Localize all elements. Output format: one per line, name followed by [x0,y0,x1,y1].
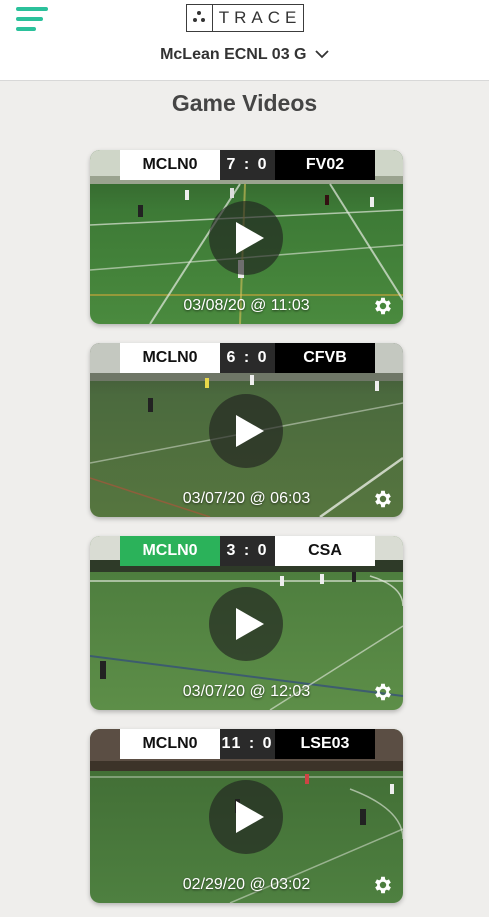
trace-logo: TRACE [186,4,304,32]
score: 3 : 0 [220,536,275,566]
hamburger-menu-icon[interactable] [16,6,48,32]
video-card[interactable]: MCLN0 6 : 0 CFVB 03/07/20 @ 06:03 [90,343,403,517]
scoreboard: MCLN0 3 : 0 CSA [120,536,375,566]
team-name: McLean ECNL 03 G [160,46,307,63]
home-team: MCLN0 [120,536,220,566]
away-team: CSA [275,536,375,566]
home-team: MCLN0 [120,729,220,759]
play-icon [236,415,264,447]
team-selector[interactable]: McLean ECNL 03 G [0,46,489,64]
video-date: 02/29/20 @ 03:02 [182,876,311,893]
play-icon [236,801,264,833]
gear-icon[interactable] [372,874,394,896]
away-team: FV02 [275,150,375,180]
scoreboard: MCLN0 6 : 0 CFVB [120,343,375,373]
home-team: MCLN0 [120,150,220,180]
video-date: 03/08/20 @ 11:03 [183,297,310,314]
score: 7 : 0 [220,150,275,180]
page-title: Game Videos [171,90,318,116]
gear-icon[interactable] [372,488,394,510]
play-button[interactable] [209,394,283,468]
scoreboard: MCLN0 7 : 0 FV02 [120,150,375,180]
video-card[interactable]: MCLN0 7 : 0 FV02 03/08/20 @ 11:03 [90,150,403,324]
chevron-down-icon [315,50,329,59]
away-team: LSE03 [275,729,375,759]
play-button[interactable] [209,201,283,275]
trace-logo-mark-icon [187,5,213,31]
play-icon [236,608,264,640]
video-card[interactable]: MCLN0 11 : 0 LSE03 02/29/20 @ 03:02 [90,729,403,903]
video-date: 03/07/20 @ 06:03 [182,490,311,507]
away-team: CFVB [275,343,375,373]
gear-icon[interactable] [372,295,394,317]
score: 11 : 0 [220,729,275,759]
play-button[interactable] [209,587,283,661]
video-date: 03/07/20 @ 12:03 [182,683,311,700]
score: 6 : 0 [220,343,275,373]
logo-text: TRACE [218,8,302,27]
scoreboard: MCLN0 11 : 0 LSE03 [120,729,375,759]
play-button[interactable] [209,780,283,854]
home-team: MCLN0 [120,343,220,373]
play-icon [236,222,264,254]
gear-icon[interactable] [372,681,394,703]
app-header: TRACE McLean ECNL 03 G [0,0,489,81]
video-card[interactable]: MCLN0 3 : 0 CSA 03/07/20 @ 12:03 [90,536,403,710]
